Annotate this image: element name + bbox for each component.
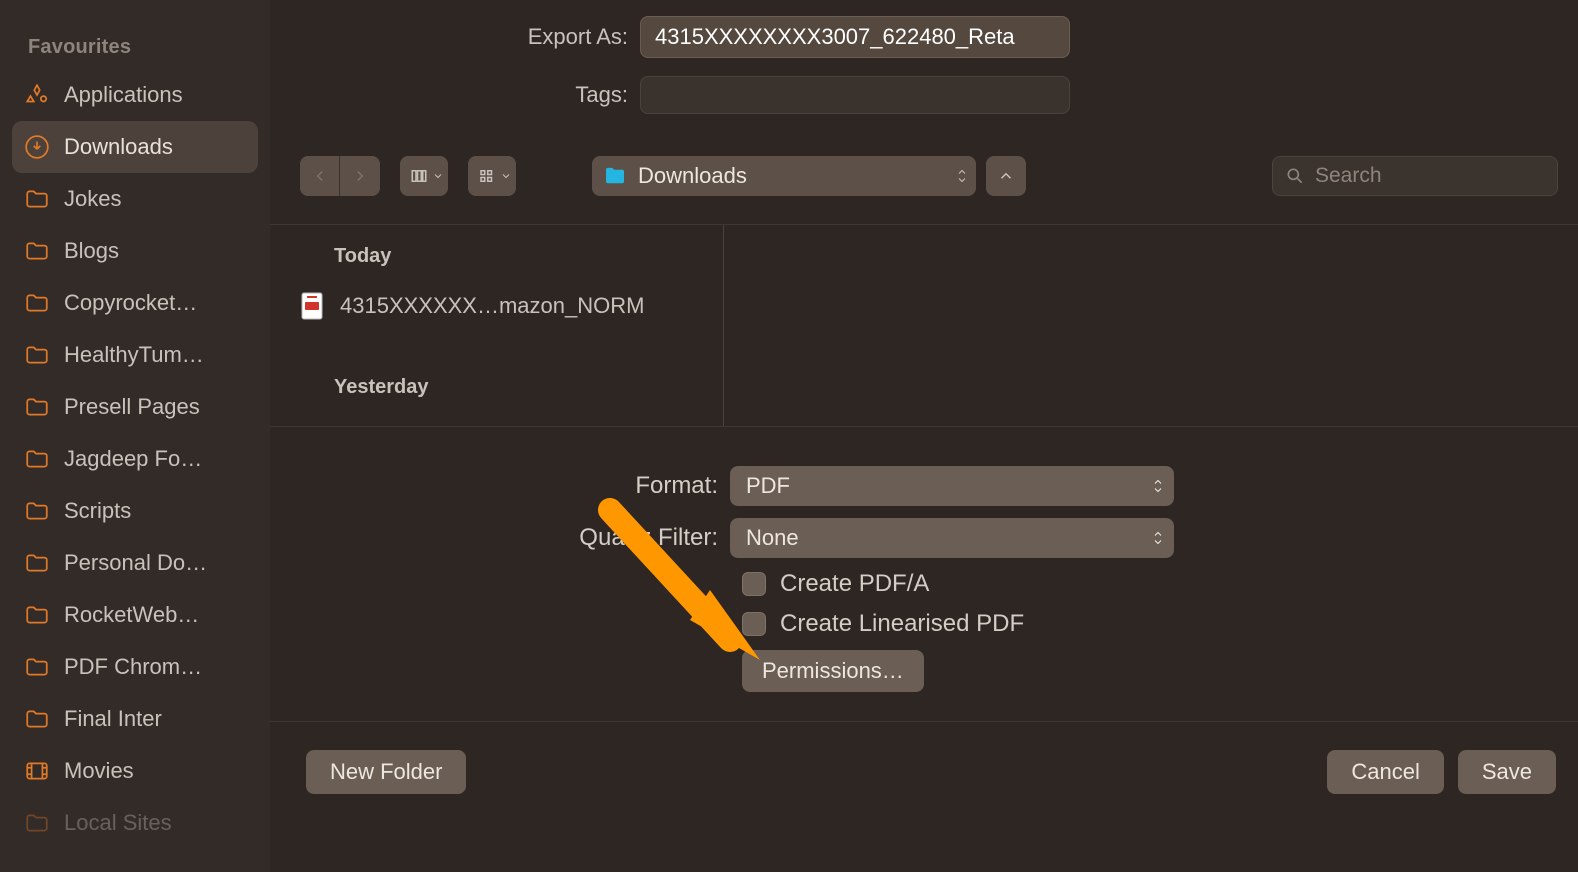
section-yesterday: Yesterday bbox=[270, 356, 723, 413]
section-today: Today bbox=[270, 225, 723, 282]
folder-icon bbox=[24, 654, 50, 680]
sidebar: Favourites Applications Downloads Jokes … bbox=[0, 0, 270, 872]
cancel-button[interactable]: Cancel bbox=[1327, 750, 1443, 794]
tags-label: Tags: bbox=[300, 82, 640, 108]
quartz-filter-label: Quartz Filter: bbox=[270, 524, 730, 552]
sidebar-item-downloads[interactable]: Downloads bbox=[12, 121, 258, 173]
folder-icon bbox=[24, 394, 50, 420]
new-folder-button[interactable]: New Folder bbox=[306, 750, 466, 794]
collapse-panel-button[interactable] bbox=[986, 156, 1026, 196]
file-name: 4315XXXXXX…mazon_NORM bbox=[340, 293, 644, 319]
search-field[interactable]: Search bbox=[1272, 156, 1558, 196]
folder-icon bbox=[24, 810, 50, 836]
nav-forward-button[interactable] bbox=[340, 156, 380, 196]
group-by-button[interactable] bbox=[468, 156, 516, 196]
sidebar-item-blogs[interactable]: Blogs bbox=[12, 225, 258, 277]
sidebar-item-rocketweb[interactable]: RocketWeb… bbox=[12, 589, 258, 641]
export-as-label: Export As: bbox=[300, 24, 640, 50]
sidebar-item-jagdeep-fo[interactable]: Jagdeep Fo… bbox=[12, 433, 258, 485]
create-linearised-checkbox[interactable] bbox=[742, 612, 766, 636]
permissions-button[interactable]: Permissions… bbox=[742, 650, 924, 692]
search-placeholder: Search bbox=[1315, 164, 1382, 188]
sidebar-item-jokes[interactable]: Jokes bbox=[12, 173, 258, 225]
sidebar-item-label: Downloads bbox=[64, 134, 173, 160]
create-pdfa-checkbox[interactable] bbox=[742, 572, 766, 596]
format-label: Format: bbox=[270, 472, 730, 500]
sidebar-item-label: Applications bbox=[64, 82, 183, 108]
sidebar-item-final-inter[interactable]: Final Inter bbox=[12, 693, 258, 745]
sidebar-item-local-sites[interactable]: Local Sites bbox=[12, 797, 258, 849]
quartz-filter-popup[interactable]: None bbox=[730, 518, 1174, 558]
sidebar-item-label: Final Inter bbox=[64, 706, 162, 732]
stepper-icon bbox=[1152, 478, 1164, 494]
folder-cyan-icon bbox=[604, 167, 626, 185]
create-pdfa-label: Create PDF/A bbox=[780, 570, 929, 598]
folder-icon bbox=[24, 342, 50, 368]
view-columns-button[interactable] bbox=[400, 156, 448, 196]
sidebar-item-movies[interactable]: Movies bbox=[12, 745, 258, 797]
format-popup[interactable]: PDF bbox=[730, 466, 1174, 506]
sidebar-item-applications[interactable]: Applications bbox=[12, 69, 258, 121]
folder-icon bbox=[24, 290, 50, 316]
sidebar-item-label: Scripts bbox=[64, 498, 131, 524]
sidebar-item-label: RocketWeb… bbox=[64, 602, 199, 628]
browser-column: Today 4315XXXXXX…mazon_NORM Yesterday bbox=[270, 225, 724, 426]
file-row[interactable]: 4315XXXXXX…mazon_NORM bbox=[270, 282, 723, 330]
sidebar-item-label: Copyrocket… bbox=[64, 290, 197, 316]
movies-icon bbox=[24, 758, 50, 784]
export-as-field[interactable] bbox=[640, 16, 1070, 58]
folder-icon bbox=[24, 498, 50, 524]
export-options: Format: PDF Quartz Filter: None Create P… bbox=[270, 428, 1578, 722]
sidebar-item-label: HealthyTum… bbox=[64, 342, 204, 368]
nav-back-button[interactable] bbox=[300, 156, 340, 196]
stepper-icon bbox=[956, 168, 968, 184]
downloads-icon bbox=[24, 134, 50, 160]
folder-icon bbox=[24, 550, 50, 576]
location-popup[interactable]: Downloads bbox=[592, 156, 976, 196]
sidebar-item-personal-do[interactable]: Personal Do… bbox=[12, 537, 258, 589]
sidebar-item-label: Presell Pages bbox=[64, 394, 200, 420]
location-label: Downloads bbox=[638, 163, 747, 189]
apps-icon bbox=[24, 82, 50, 108]
bottom-bar: New Folder Cancel Save bbox=[270, 722, 1578, 872]
sidebar-item-label: Movies bbox=[64, 758, 134, 784]
sidebar-heading-favourites: Favourites bbox=[28, 36, 258, 59]
save-button[interactable]: Save bbox=[1458, 750, 1556, 794]
sidebar-item-label: Jagdeep Fo… bbox=[64, 446, 202, 472]
folder-icon bbox=[24, 602, 50, 628]
sidebar-item-presell-pages[interactable]: Presell Pages bbox=[12, 381, 258, 433]
sidebar-item-label: PDF Chrom… bbox=[64, 654, 202, 680]
tags-field[interactable] bbox=[640, 76, 1070, 114]
quartz-filter-value: None bbox=[746, 525, 799, 551]
sidebar-item-scripts[interactable]: Scripts bbox=[12, 485, 258, 537]
file-browser: Today 4315XXXXXX…mazon_NORM Yesterday bbox=[270, 224, 1578, 427]
search-icon bbox=[1285, 166, 1305, 186]
pdf-file-icon bbox=[300, 292, 324, 320]
folder-icon bbox=[24, 186, 50, 212]
sidebar-item-copyrocket[interactable]: Copyrocket… bbox=[12, 277, 258, 329]
sidebar-item-label: Local Sites bbox=[64, 810, 172, 836]
sidebar-item-pdf-chrom[interactable]: PDF Chrom… bbox=[12, 641, 258, 693]
format-value: PDF bbox=[746, 473, 790, 499]
folder-icon bbox=[24, 706, 50, 732]
stepper-icon bbox=[1152, 530, 1164, 546]
sidebar-item-label: Blogs bbox=[64, 238, 119, 264]
create-linearised-label: Create Linearised PDF bbox=[780, 610, 1024, 638]
sidebar-item-label: Personal Do… bbox=[64, 550, 207, 576]
toolbar: Downloads Search bbox=[300, 152, 1558, 200]
sidebar-item-healthytum[interactable]: HealthyTum… bbox=[12, 329, 258, 381]
folder-icon bbox=[24, 446, 50, 472]
export-form: Export As: Tags: bbox=[300, 16, 1578, 132]
sidebar-item-label: Jokes bbox=[64, 186, 121, 212]
folder-icon bbox=[24, 238, 50, 264]
